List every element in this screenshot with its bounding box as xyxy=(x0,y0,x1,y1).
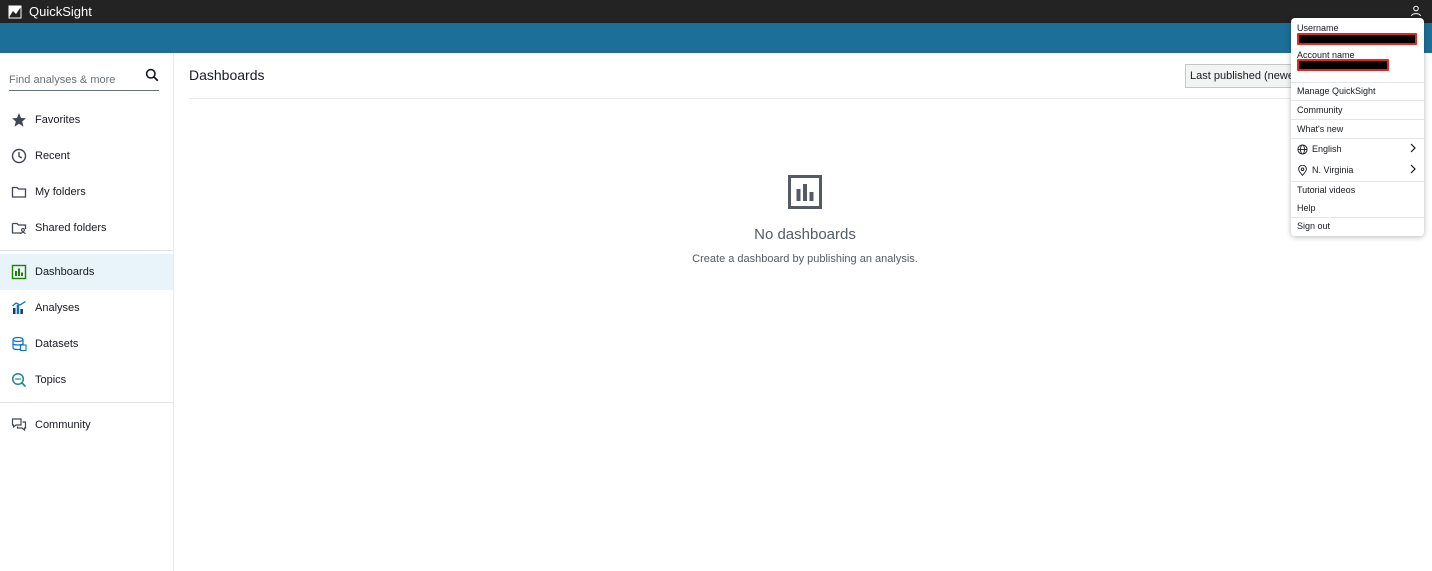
shared-folder-icon xyxy=(11,220,27,236)
brand-bar xyxy=(0,23,1432,53)
app-logo[interactable]: QuickSight xyxy=(8,4,92,19)
quicksight-logo-icon xyxy=(8,5,22,19)
community-icon xyxy=(11,417,27,433)
username-redacted xyxy=(1297,33,1417,45)
menu-item-label: Sign out xyxy=(1297,221,1331,231)
sidebar-item-label: Topics xyxy=(35,374,67,386)
chevron-right-icon xyxy=(1409,164,1417,174)
empty-state-title: No dashboards xyxy=(754,226,856,243)
location-pin-icon xyxy=(1297,164,1308,176)
menu-item-label: Community xyxy=(1297,105,1343,115)
menu-item-label: Manage QuickSight xyxy=(1297,86,1376,96)
sidebar-divider xyxy=(0,250,173,251)
user-menu: Username Account name Manage QuickSight … xyxy=(1291,18,1424,236)
menu-item-tutorial-videos[interactable]: Tutorial videos xyxy=(1291,181,1424,199)
sidebar: Favorites Recent My folders Shared folde… xyxy=(0,53,174,571)
sidebar-item-community[interactable]: Community xyxy=(0,407,173,443)
app-title: QuickSight xyxy=(29,4,92,19)
sidebar-item-topics[interactable]: Topics xyxy=(0,362,173,398)
menu-item-region[interactable]: N. Virginia xyxy=(1291,160,1424,180)
menu-item-label: What's new xyxy=(1297,124,1344,134)
sidebar-item-label: My folders xyxy=(35,186,86,198)
search-icon[interactable] xyxy=(145,68,159,82)
topics-icon xyxy=(11,372,27,388)
sidebar-item-label: Favorites xyxy=(35,114,81,126)
menu-item-language[interactable]: English xyxy=(1291,139,1424,159)
menu-item-label: English xyxy=(1312,144,1342,154)
sidebar-item-favorites[interactable]: Favorites xyxy=(0,102,173,138)
sidebar-item-shared-folders[interactable]: Shared folders xyxy=(0,210,173,246)
datasets-icon xyxy=(11,336,27,352)
top-bar: QuickSight xyxy=(0,0,1432,23)
empty-state-subtitle: Create a dashboard by publishing an anal… xyxy=(692,253,918,265)
sidebar-item-label: Analyses xyxy=(35,302,80,314)
sidebar-item-label: Shared folders xyxy=(35,222,107,234)
user-icon[interactable] xyxy=(1409,4,1423,18)
folder-icon xyxy=(11,184,27,200)
sidebar-item-label: Recent xyxy=(35,150,70,162)
menu-item-whats-new[interactable]: What's new xyxy=(1291,120,1424,138)
dashboard-placeholder-icon xyxy=(788,175,822,209)
sidebar-item-analyses[interactable]: Analyses xyxy=(0,290,173,326)
menu-item-help[interactable]: Help xyxy=(1291,199,1424,217)
globe-icon xyxy=(1297,143,1308,155)
sidebar-item-label: Community xyxy=(35,419,91,431)
menu-item-label: Tutorial videos xyxy=(1297,185,1356,195)
username-label: Username xyxy=(1297,23,1339,33)
menu-item-label: N. Virginia xyxy=(1312,165,1354,175)
sort-select[interactable]: Last published (newest first) xyxy=(1185,64,1305,88)
search-input[interactable] xyxy=(9,66,137,90)
sidebar-item-label: Dashboards xyxy=(35,266,95,278)
dashboard-icon xyxy=(11,264,27,280)
menu-item-manage-quicksight[interactable]: Manage QuickSight xyxy=(1291,82,1424,100)
sidebar-divider xyxy=(0,402,173,403)
sidebar-item-datasets[interactable]: Datasets xyxy=(0,326,173,362)
header-divider xyxy=(189,98,1419,99)
clock-icon xyxy=(11,148,27,164)
sidebar-item-label: Datasets xyxy=(35,338,79,350)
analyses-icon xyxy=(11,300,27,316)
sidebar-item-recent[interactable]: Recent xyxy=(0,138,173,174)
sidebar-item-my-folders[interactable]: My folders xyxy=(0,174,173,210)
menu-item-label: Help xyxy=(1297,203,1316,213)
menu-item-community[interactable]: Community xyxy=(1291,101,1424,119)
menu-item-sign-out[interactable]: Sign out xyxy=(1291,217,1424,235)
star-icon xyxy=(11,112,27,128)
chevron-right-icon xyxy=(1409,143,1417,153)
account-name-redacted xyxy=(1297,59,1389,71)
search-box xyxy=(9,66,159,91)
page-title: Dashboards xyxy=(189,67,265,83)
sidebar-item-dashboards[interactable]: Dashboards xyxy=(0,254,173,290)
